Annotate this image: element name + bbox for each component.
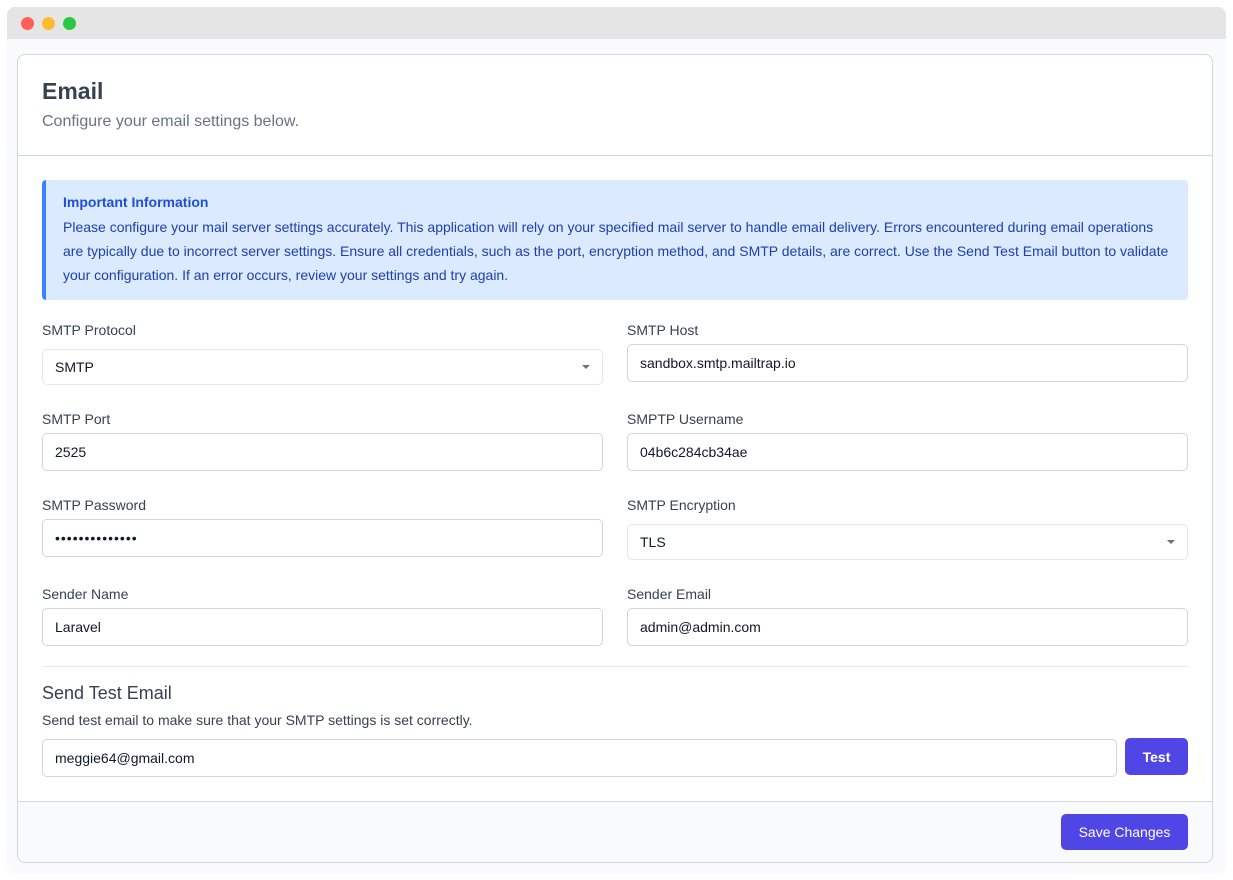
- info-alert-text: Please configure your mail server settin…: [63, 219, 1169, 283]
- test-email-input[interactable]: meggie64@gmail.com: [42, 739, 1117, 777]
- smtp-port-input[interactable]: 2525: [42, 433, 603, 471]
- test-email-value: meggie64@gmail.com: [55, 750, 195, 766]
- smtp-host-value: sandbox.smtp.mailtrap.io: [640, 355, 796, 371]
- test-button[interactable]: Test: [1125, 738, 1188, 775]
- smtp-username-input[interactable]: 04b6c284cb34ae: [627, 433, 1188, 471]
- test-email-title: Send Test Email: [42, 683, 172, 703]
- sender-email-label: Sender Email: [627, 586, 712, 602]
- chevron-down-icon: [1167, 540, 1175, 544]
- smtp-protocol-select[interactable]: SMTP: [42, 349, 603, 385]
- close-window-icon[interactable]: [21, 16, 34, 30]
- save-changes-button[interactable]: Save Changes: [1061, 814, 1188, 850]
- smtp-password-value: ••••••••••••••: [55, 530, 138, 546]
- section-divider: [42, 666, 1188, 667]
- chevron-down-icon: [582, 365, 590, 369]
- smtp-username-label: SMPTP Username: [627, 411, 744, 427]
- sender-name-input[interactable]: Laravel: [42, 608, 603, 646]
- smtp-host-label: SMTP Host: [627, 322, 699, 338]
- info-alert: Important Information Please configure y…: [42, 180, 1188, 300]
- sender-email-value: admin@admin.com: [640, 619, 761, 635]
- card-header: Email Configure your email settings belo…: [18, 55, 1212, 156]
- app-window: Email Configure your email settings belo…: [7, 7, 1226, 873]
- smtp-username-value: 04b6c284cb34ae: [640, 444, 748, 460]
- window-titlebar: [7, 7, 1226, 39]
- smtp-protocol-label: SMTP Protocol: [42, 322, 136, 338]
- sender-name-value: Laravel: [55, 619, 101, 635]
- smtp-port-label: SMTP Port: [42, 411, 111, 427]
- email-settings-card: Email Configure your email settings belo…: [17, 54, 1213, 863]
- sender-email-input[interactable]: admin@admin.com: [627, 608, 1188, 646]
- smtp-encryption-select[interactable]: TLS: [627, 524, 1188, 560]
- smtp-protocol-value: SMTP: [55, 359, 94, 375]
- minimize-window-icon[interactable]: [42, 16, 55, 30]
- smtp-password-input[interactable]: ••••••••••••••: [42, 519, 603, 557]
- smtp-host-input[interactable]: sandbox.smtp.mailtrap.io: [627, 344, 1188, 382]
- smtp-encryption-label: SMTP Encryption: [627, 497, 736, 513]
- page-subtitle: Configure your email settings below.: [42, 113, 300, 130]
- smtp-password-label: SMTP Password: [42, 497, 146, 513]
- zoom-window-icon[interactable]: [63, 16, 76, 30]
- sender-name-label: Sender Name: [42, 586, 129, 602]
- page-title: Email: [42, 78, 104, 104]
- smtp-port-value: 2525: [55, 444, 87, 460]
- info-alert-title: Important Information: [63, 194, 209, 210]
- smtp-encryption-value: TLS: [640, 534, 666, 550]
- test-email-subtitle: Send test email to make sure that your S…: [42, 712, 473, 728]
- card-footer: Save Changes: [18, 801, 1212, 862]
